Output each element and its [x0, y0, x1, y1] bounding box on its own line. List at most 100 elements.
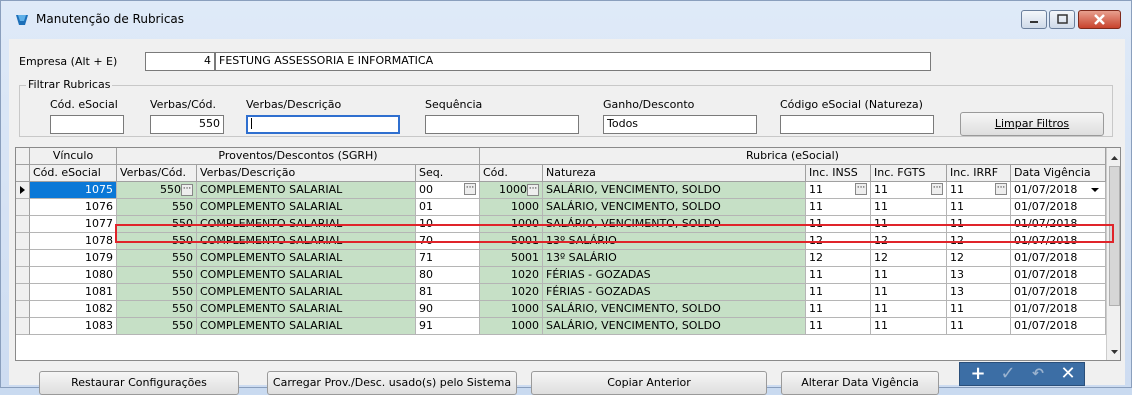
ellipsis-icon[interactable]: ··· — [464, 183, 476, 195]
scroll-thumb[interactable] — [1109, 166, 1120, 306]
filter-natureza-input[interactable] — [780, 115, 934, 134]
cell-irrf[interactable]: 13 — [947, 267, 1011, 284]
cell-inss[interactable]: 11 — [806, 284, 871, 301]
cell-data[interactable]: 01/07/2018 — [1011, 199, 1106, 216]
ellipsis-icon[interactable]: ··· — [181, 184, 193, 196]
ellipsis-icon[interactable]: ··· — [995, 183, 1007, 195]
cell-data[interactable]: 01/07/2018 — [1011, 318, 1106, 335]
cell-data[interactable]: 01/07/2018 — [1011, 250, 1106, 267]
cell-data[interactable]: 01/07/2018 — [1011, 233, 1106, 250]
table-row[interactable]: 1082 550 COMPLEMENTO SALARIAL 90 1000 SALÁRIO… — [16, 301, 1106, 318]
cell-fgts[interactable]: 11 — [871, 318, 947, 335]
scroll-up-icon[interactable] — [1107, 150, 1121, 166]
cell-inss[interactable]: 11 — [806, 318, 871, 335]
close-button[interactable] — [1078, 10, 1121, 29]
cell-inss[interactable]: 12 — [806, 233, 871, 250]
col-header-cod[interactable]: Cód. — [480, 165, 543, 182]
cell-cod-esocial[interactable]: 1080 — [30, 267, 117, 284]
filter-verbas-cod-input[interactable]: 550 — [150, 115, 224, 134]
cell-inss[interactable]: 11 — [806, 199, 871, 216]
cell-seq[interactable]: 71 — [416, 250, 480, 267]
filter-ganho-desconto-select[interactable]: Todos — [603, 115, 757, 134]
cell-irrf[interactable]: 12 — [947, 250, 1011, 267]
filter-verbas-desc-input[interactable] — [246, 115, 400, 134]
col-header-data-vigencia[interactable]: Data Vigência — [1011, 165, 1106, 182]
cell-inss[interactable]: 11 — [806, 267, 871, 284]
cell-verbas-cod[interactable]: 550 ··· — [117, 182, 197, 199]
cell-verbas-cod[interactable]: 550 — [117, 199, 197, 216]
cell-natureza[interactable]: FÉRIAS - GOZADAS — [543, 284, 806, 301]
col-header-cod-esocial[interactable]: Cód. eSocial — [30, 165, 117, 182]
undo-icon[interactable]: ↶ — [1024, 364, 1052, 384]
cell-data[interactable]: 01/07/2018 — [1011, 182, 1106, 199]
cell-cod-esocial[interactable]: 1077 — [30, 216, 117, 233]
cell-cod[interactable]: 1020 — [480, 284, 543, 301]
cell-cod-esocial[interactable]: 1083 — [30, 318, 117, 335]
cell-natureza[interactable]: SALÁRIO, VENCIMENTO, SOLDO — [543, 216, 806, 233]
cell-cod[interactable]: 5001 — [480, 250, 543, 267]
cell-cod-esocial[interactable]: 1076 — [30, 199, 117, 216]
cell-cod[interactable]: 1000 — [480, 216, 543, 233]
cell-verbas-cod[interactable]: 550 — [117, 267, 197, 284]
cell-seq[interactable]: 90 — [416, 301, 480, 318]
maximize-button[interactable] — [1049, 10, 1075, 29]
col-header-seq[interactable]: Seq. — [416, 165, 480, 182]
ellipsis-icon[interactable]: ··· — [931, 183, 943, 195]
cell-cod-esocial[interactable]: 1082 — [30, 301, 117, 318]
cell-inss[interactable]: 12 — [806, 250, 871, 267]
cell-verbas-desc[interactable]: COMPLEMENTO SALARIAL — [197, 182, 416, 199]
cell-irrf[interactable]: 11 — [947, 318, 1011, 335]
rubricas-grid[interactable]: Vínculo Proventos/Descontos (SGRH) Rubri… — [15, 147, 1121, 361]
cell-seq[interactable]: 70 — [416, 233, 480, 250]
cell-inss[interactable]: ··· 11 — [806, 182, 871, 199]
table-row[interactable]: 1081 550 COMPLEMENTO SALARIAL 81 1020 FÉRIAS … — [16, 284, 1106, 301]
col-header-natureza[interactable]: Natureza — [543, 165, 806, 182]
cell-natureza[interactable]: SALÁRIO, VENCIMENTO, SOLDO — [543, 318, 806, 335]
cell-irrf[interactable]: 13 — [947, 284, 1011, 301]
dropdown-arrow-icon[interactable] — [1088, 183, 1102, 197]
col-header-verbas-desc[interactable]: Verbas/Descrição — [197, 165, 416, 182]
cell-natureza[interactable]: FÉRIAS - GOZADAS — [543, 267, 806, 284]
cell-seq[interactable]: 80 — [416, 267, 480, 284]
cell-irrf[interactable]: ··· 11 — [947, 182, 1011, 199]
minimize-button[interactable] — [1021, 10, 1047, 29]
cell-verbas-cod[interactable]: 550 — [117, 318, 197, 335]
plus-icon[interactable]: + — [964, 364, 992, 384]
cell-natureza[interactable]: 13º SALÁRIO — [543, 233, 806, 250]
cell-verbas-cod[interactable]: 550 — [117, 216, 197, 233]
copiar-anterior-button[interactable]: Copiar Anterior — [531, 371, 767, 395]
cell-verbas-desc[interactable]: COMPLEMENTO SALARIAL — [197, 284, 416, 301]
cell-cod-esocial[interactable]: 1079 — [30, 250, 117, 267]
cell-cod[interactable]: 1000 — [480, 199, 543, 216]
cell-cod-esocial[interactable]: 1075 — [30, 182, 117, 199]
cell-verbas-desc[interactable]: COMPLEMENTO SALARIAL — [197, 233, 416, 250]
empresa-code-field[interactable]: 4 — [145, 52, 215, 71]
cell-verbas-cod[interactable]: 550 — [117, 233, 197, 250]
table-row[interactable]: 1076 550 COMPLEMENTO SALARIAL 01 1000 SALÁRIO… — [16, 199, 1106, 216]
cell-data[interactable]: 01/07/2018 — [1011, 301, 1106, 318]
cell-verbas-desc[interactable]: COMPLEMENTO SALARIAL — [197, 250, 416, 267]
col-header-inc-inss[interactable]: Inc. INSS — [806, 165, 871, 182]
cell-irrf[interactable]: 11 — [947, 216, 1011, 233]
restaurar-configuracoes-button[interactable]: Restaurar Configurações — [39, 371, 239, 395]
cell-fgts[interactable]: 11 — [871, 267, 947, 284]
ellipsis-icon[interactable]: ··· — [855, 183, 867, 195]
empresa-name-field[interactable]: FESTUNG ASSESSORIA E INFORMATICA — [215, 52, 931, 71]
cell-natureza[interactable]: SALÁRIO, VENCIMENTO, SOLDO — [543, 199, 806, 216]
cell-verbas-cod[interactable]: 550 — [117, 301, 197, 318]
cell-verbas-cod[interactable]: 550 — [117, 250, 197, 267]
cell-seq[interactable]: 91 — [416, 318, 480, 335]
filter-sequencia-input[interactable] — [425, 115, 579, 134]
cell-natureza[interactable]: 13º SALÁRIO — [543, 250, 806, 267]
cell-data[interactable]: 01/07/2018 — [1011, 267, 1106, 284]
filter-cod-esocial-input[interactable] — [50, 115, 124, 134]
cell-natureza[interactable]: SALÁRIO, VENCIMENTO, SOLDO — [543, 182, 806, 199]
table-row[interactable]: 1083 550 COMPLEMENTO SALARIAL 91 1000 SALÁRIO… — [16, 318, 1106, 335]
cell-verbas-cod[interactable]: 550 — [117, 284, 197, 301]
table-row[interactable]: 1078 550 COMPLEMENTO SALARIAL 70 5001 13º SAL… — [16, 233, 1106, 250]
table-row[interactable]: 1075 550 ··· COMPLEMENTO SALARIAL ··· 00 1000 ·… — [16, 182, 1106, 199]
cell-inss[interactable]: 11 — [806, 301, 871, 318]
cell-natureza[interactable]: SALÁRIO, VENCIMENTO, SOLDO — [543, 301, 806, 318]
cell-seq[interactable]: 01 — [416, 199, 480, 216]
table-row[interactable]: 1079 550 COMPLEMENTO SALARIAL 71 5001 13º SAL… — [16, 250, 1106, 267]
